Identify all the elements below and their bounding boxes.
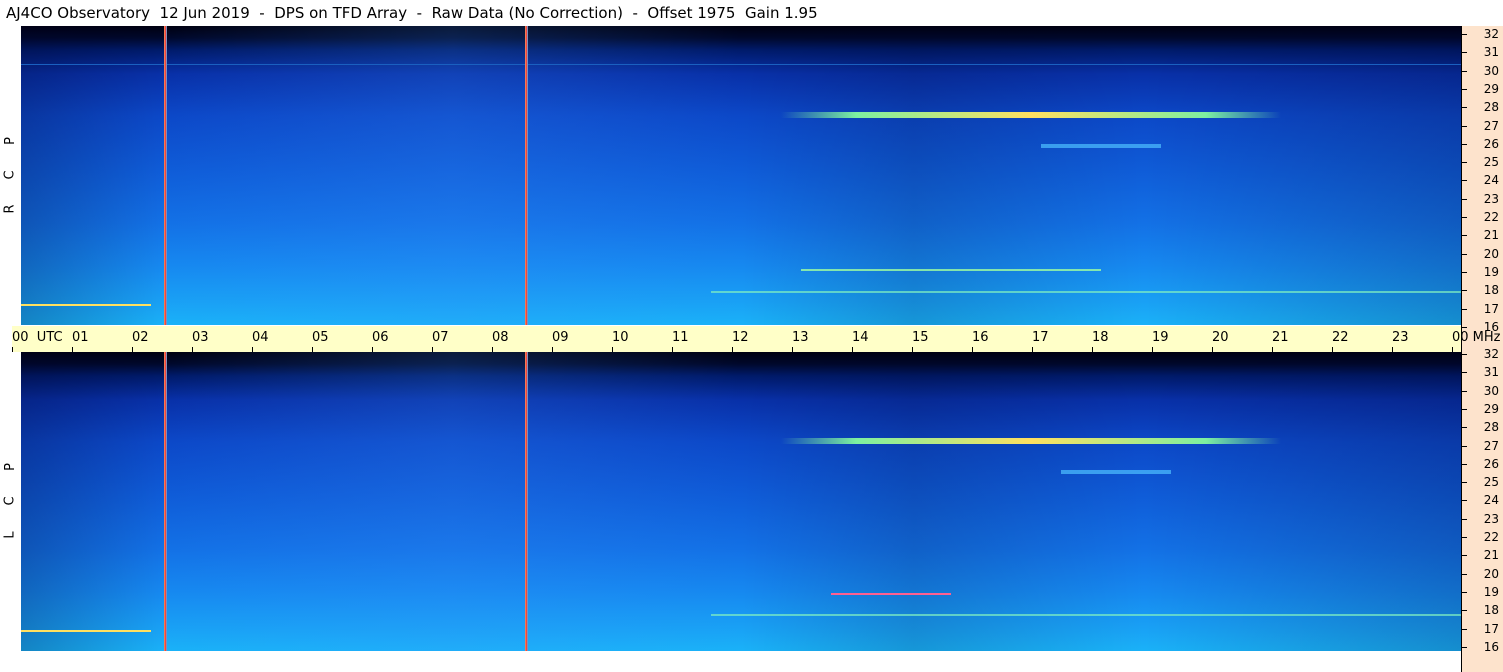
lcp-freq-tick-22: 22 [1462, 529, 1503, 545]
lcp-freq-tick-28: 28 [1462, 419, 1503, 435]
emission-band-27mhz [781, 438, 1281, 444]
time-tick-17: 17 [1032, 330, 1049, 352]
lcp-freq-tick-31: 31 [1462, 364, 1503, 380]
time-tick-8: 08 [492, 330, 509, 352]
rcp-polarization-label: P C R [2, 124, 20, 226]
time-tick-2: 02 [132, 330, 149, 352]
rcp-freq-tick-19: 19 [1462, 264, 1503, 280]
rcp-freq-tick-20: 20 [1462, 246, 1503, 262]
marker-line [525, 26, 528, 325]
rcp-freq-tick-31: 31 [1462, 44, 1503, 60]
time-tick-15: 15 [912, 330, 929, 352]
time-tick-24: 00 MHz [1452, 330, 1501, 352]
time-tick-12: 12 [732, 330, 749, 352]
rcp-freq-tick-28: 28 [1462, 99, 1503, 115]
emission-line [711, 614, 1461, 616]
lcp-freq-tick-29: 29 [1462, 401, 1503, 417]
emission-line [801, 269, 1101, 271]
lcp-freq-tick-18: 18 [1462, 602, 1503, 618]
rcp-spectrogram[interactable] [21, 26, 1461, 325]
lcp-freq-tick-17: 17 [1462, 621, 1503, 637]
time-tick-16: 16 [972, 330, 989, 352]
time-tick-14: 14 [852, 330, 869, 352]
time-tick-22: 22 [1332, 330, 1349, 352]
rcp-freq-tick-22: 22 [1462, 209, 1503, 225]
time-tick-11: 11 [672, 330, 689, 352]
time-tick-23: 23 [1392, 330, 1409, 352]
time-tick-7: 07 [432, 330, 449, 352]
lcp-freq-tick-24: 24 [1462, 492, 1503, 508]
lcp-freq-tick-26: 26 [1462, 456, 1503, 472]
time-tick-4: 04 [252, 330, 269, 352]
time-axis: 00 UTC 01 02 03 04 05 06 07 08 09 10 11 12 13 14 15 16 17… [12, 326, 1501, 352]
time-tick-1: 01 [72, 330, 89, 352]
marker-line [164, 26, 167, 325]
emission-line [1061, 470, 1171, 474]
time-tick-18: 18 [1092, 330, 1109, 352]
time-tick-0: 00 UTC [12, 330, 63, 352]
lcp-freq-tick-19: 19 [1462, 584, 1503, 600]
emission-line [21, 304, 151, 306]
marker-line [525, 352, 528, 651]
rcp-freq-tick-29: 29 [1462, 81, 1503, 97]
rcp-freq-tick-17: 17 [1462, 301, 1503, 317]
rcp-freq-tick-21: 21 [1462, 227, 1503, 243]
lcp-freq-tick-21: 21 [1462, 547, 1503, 563]
lcp-freq-tick-27: 27 [1462, 438, 1503, 454]
lcp-freq-tick-20: 20 [1462, 566, 1503, 582]
rcp-frequency-axis: 32 31 30 29 28 27 26 25 24 23 22 21 20 19 18 17 16 [1461, 26, 1503, 352]
grid-line [21, 64, 1461, 65]
time-tick-21: 21 [1272, 330, 1289, 352]
time-tick-5: 05 [312, 330, 329, 352]
emission-line [831, 593, 951, 595]
emission-line [711, 291, 1461, 293]
rcp-freq-tick-32: 32 [1462, 26, 1503, 42]
lcp-freq-tick-23: 23 [1462, 511, 1503, 527]
time-tick-10: 10 [612, 330, 629, 352]
emission-line [21, 630, 151, 632]
time-tick-9: 09 [552, 330, 569, 352]
lcp-polarization-label: P C L [2, 450, 20, 552]
lcp-freq-tick-32: 32 [1462, 346, 1503, 362]
rcp-freq-tick-26: 26 [1462, 136, 1503, 152]
time-tick-6: 06 [372, 330, 389, 352]
rcp-freq-tick-25: 25 [1462, 154, 1503, 170]
lcp-freq-tick-16: 16 [1462, 639, 1503, 655]
time-tick-3: 03 [192, 330, 209, 352]
rcp-freq-tick-27: 27 [1462, 118, 1503, 134]
lcp-frequency-axis: 32 31 30 29 28 27 26 25 24 23 22 21 20 19 18 17 16 [1461, 346, 1503, 672]
time-tick-19: 19 [1152, 330, 1169, 352]
lcp-freq-tick-25: 25 [1462, 474, 1503, 490]
chart-title: AJ4CO Observatory 12 Jun 2019 - DPS on T… [6, 4, 818, 22]
lcp-spectrogram[interactable] [21, 352, 1461, 651]
rcp-freq-tick-18: 18 [1462, 282, 1503, 298]
marker-line [164, 352, 167, 651]
rcp-freq-tick-23: 23 [1462, 191, 1503, 207]
emission-line [1041, 144, 1161, 148]
time-tick-13: 13 [792, 330, 809, 352]
rcp-freq-tick-30: 30 [1462, 63, 1503, 79]
lcp-freq-tick-30: 30 [1462, 383, 1503, 399]
time-tick-20: 20 [1212, 330, 1229, 352]
emission-band-27mhz [781, 112, 1281, 118]
rcp-freq-tick-24: 24 [1462, 172, 1503, 188]
